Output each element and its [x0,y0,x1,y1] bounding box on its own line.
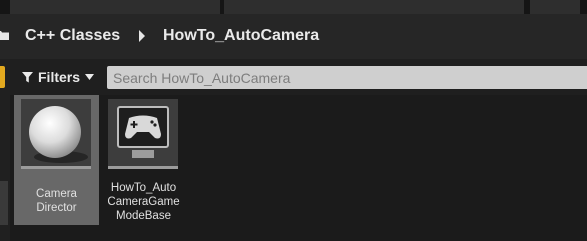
sources-toggle-tab[interactable] [0,66,5,88]
folder-icon [0,31,9,40]
filter-funnel-icon [22,71,33,82]
breadcrumb-item-howto-autocamera[interactable]: HowTo_AutoCamera [163,27,319,45]
filters-button[interactable]: Filters [16,66,102,88]
asset-label: Camera Director [36,188,77,214]
filters-label: Filters [38,69,81,85]
gamepad-icon [117,106,169,158]
asset-tile-camera-director[interactable]: Camera Director [14,95,99,225]
asset-grid: Camera Director HowTo_Auto CameraGame Mo… [10,95,587,241]
top-strip-segment [530,0,580,14]
breadcrumb: C++ Classes HowTo_AutoCamera [0,14,587,60]
breadcrumb-item-cpp-classes[interactable]: C++ Classes [25,27,120,45]
chevron-right-icon[interactable] [138,30,146,42]
search-field[interactable] [107,66,587,89]
search-input[interactable] [107,66,587,89]
top-strip-segment [10,0,220,14]
top-strip [0,0,587,14]
asset-thumbnail [21,99,91,169]
chevron-down-icon [85,74,95,80]
top-strip-segment [224,0,524,14]
asset-tile-howto-autocamera-gamemodebase[interactable]: HowTo_Auto CameraGame ModeBase [101,95,186,225]
asset-thumbnail [108,99,178,169]
sources-panel-strip [0,181,8,225]
asset-label: HowTo_Auto CameraGame ModeBase [107,182,180,222]
sphere-icon [29,106,88,163]
